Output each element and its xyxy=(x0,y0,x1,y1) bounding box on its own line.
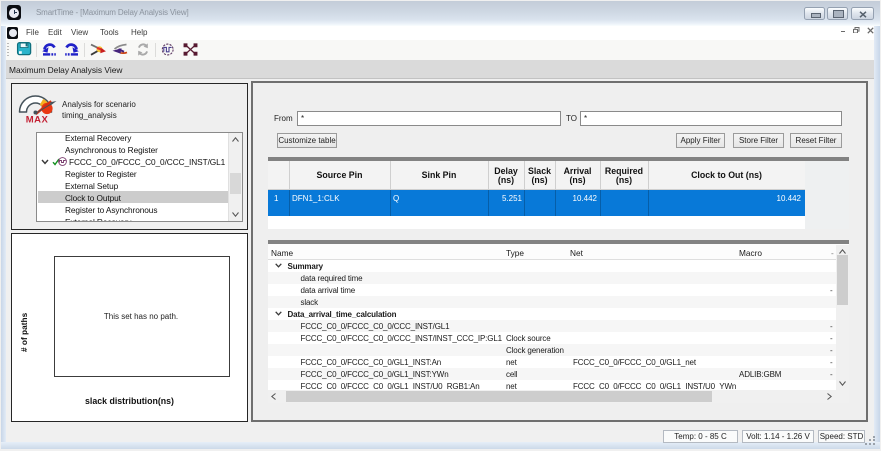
svg-text:MAX: MAX xyxy=(26,115,49,125)
